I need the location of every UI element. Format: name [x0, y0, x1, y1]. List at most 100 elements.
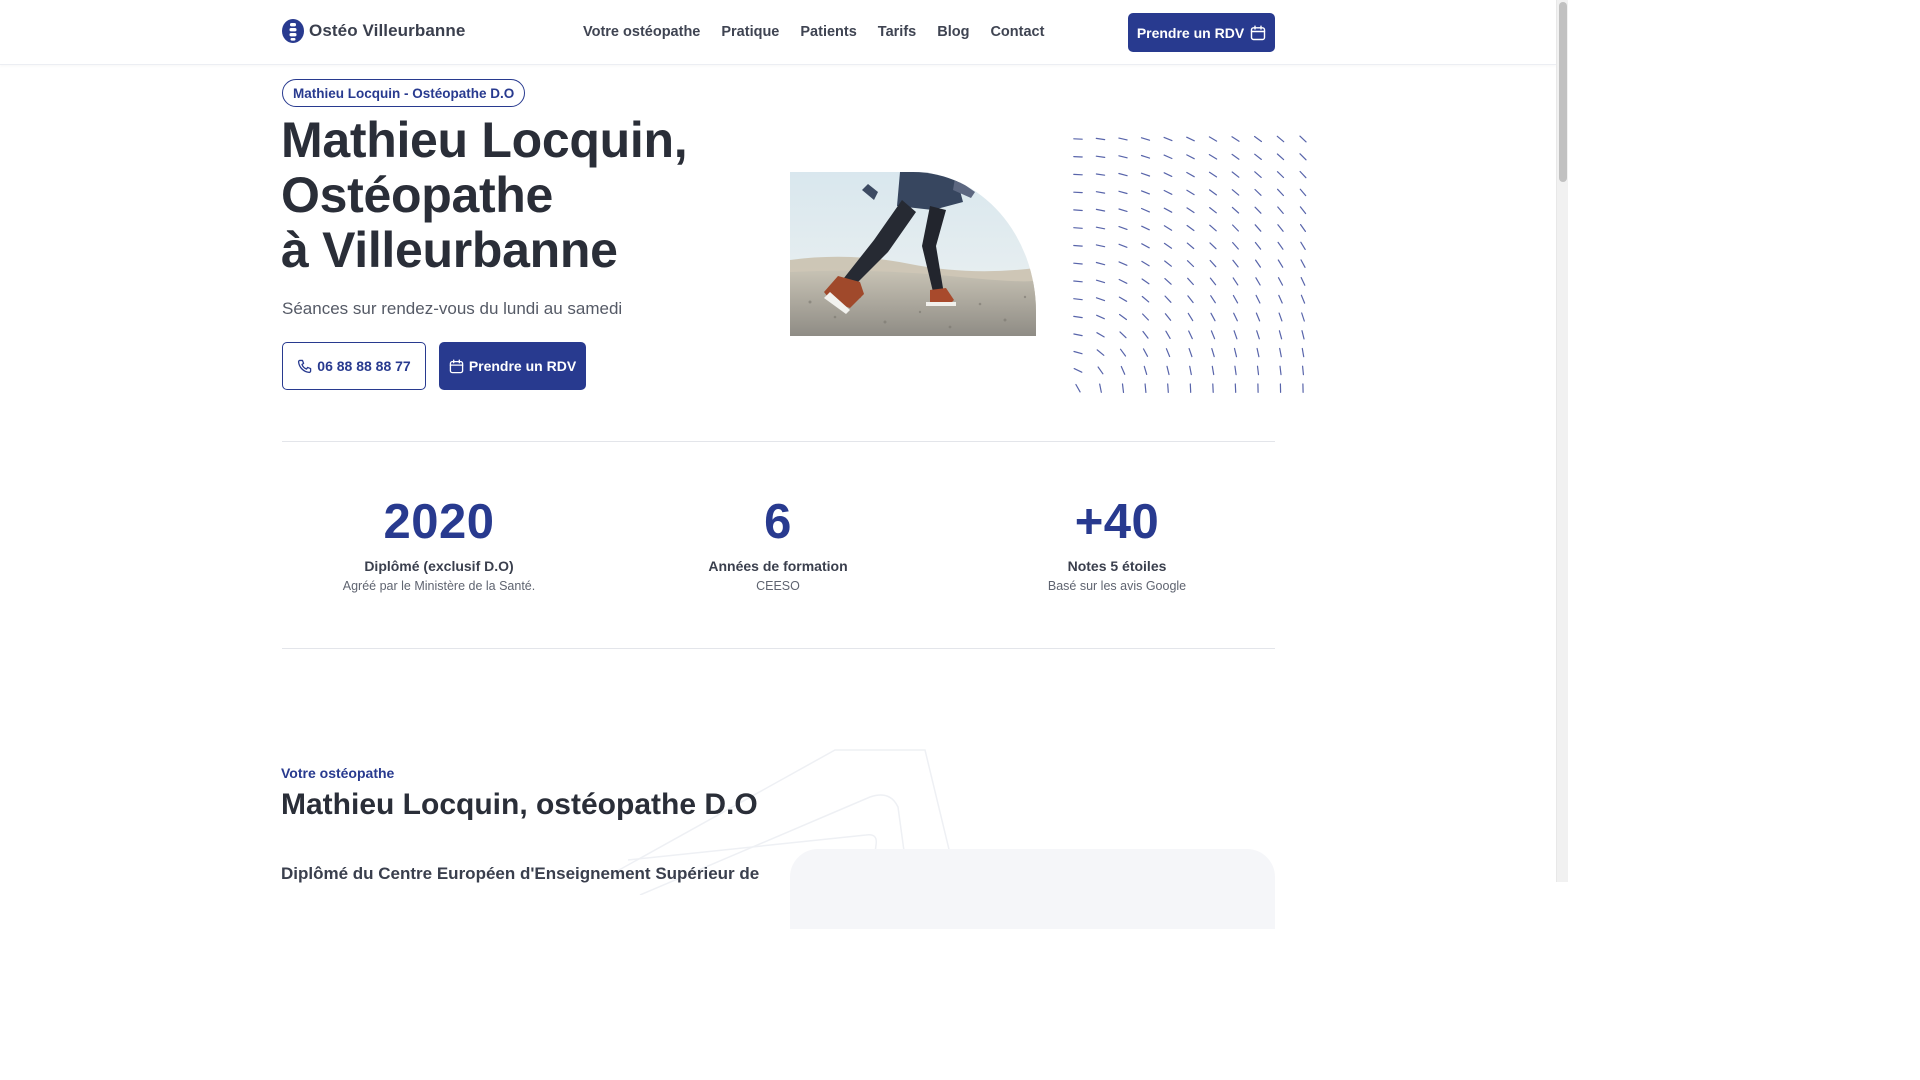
pattern-dash: [1254, 153, 1262, 160]
pattern-dash: [1254, 206, 1262, 214]
pattern-dash: [1118, 278, 1128, 284]
pattern-dash: [1232, 294, 1239, 304]
pattern-dash: [1073, 298, 1083, 301]
pattern-dash: [1231, 136, 1240, 142]
pattern-dash: [1277, 241, 1284, 250]
main-nav: Votre ostéopathe Pratique Patients Tarif…: [583, 24, 1044, 40]
site-logo[interactable]: Ostéo Villeurbanne: [282, 19, 465, 43]
pattern-dash: [1231, 171, 1240, 178]
pattern-dash: [1164, 278, 1172, 285]
pattern-dash: [1276, 135, 1285, 143]
pattern-dash: [1140, 207, 1151, 213]
pattern-dash: [1118, 208, 1128, 213]
pattern-dash: [1163, 207, 1173, 213]
pattern-dash: [1255, 312, 1261, 322]
pattern-dash: [1141, 260, 1150, 267]
pattern-dash: [1118, 296, 1128, 302]
brand-name: Ostéo Villeurbanne: [309, 21, 466, 40]
pattern-dash: [1211, 365, 1215, 376]
pattern-dash: [1163, 154, 1173, 160]
pattern-dash: [1188, 330, 1193, 340]
nav-item-blog[interactable]: Blog: [937, 24, 969, 40]
pattern-dash: [1276, 171, 1285, 179]
pattern-dash: [1302, 365, 1304, 376]
pattern-dash: [1233, 347, 1238, 358]
stats-divider-top: [282, 441, 1275, 442]
pattern-dash: [1232, 224, 1239, 232]
stats-divider-bottom: [282, 648, 1275, 649]
pattern-dash: [1276, 153, 1285, 161]
pattern-dash: [1073, 262, 1083, 265]
pattern-dash: [1299, 188, 1307, 197]
pattern-dash: [1256, 347, 1260, 358]
header-rdv-button[interactable]: Prendre un RDV: [1128, 13, 1275, 52]
about-card: [790, 849, 1275, 929]
hero-subtitle: Séances sur rendez-vous du lundi au same…: [282, 299, 623, 318]
pattern-dash: [1141, 243, 1150, 249]
hero-title-line-2: Ostéopathe: [281, 167, 554, 223]
pattern-dash: [1256, 365, 1260, 376]
pattern-dash: [1163, 242, 1173, 249]
pattern-dash: [1073, 209, 1083, 212]
hero-badge: Mathieu Locquin - Ostéopathe D.O: [282, 79, 526, 107]
nav-item-votre-osteopathe[interactable]: Votre ostéopathe: [583, 24, 700, 40]
pattern-dash: [1232, 241, 1239, 250]
pattern-dash: [1277, 259, 1284, 268]
scrollbar-thumb[interactable]: [1559, 2, 1567, 182]
pattern-dash: [1118, 261, 1128, 266]
pattern-dash: [1209, 189, 1217, 196]
pattern-dash: [1208, 154, 1218, 160]
pattern-dash: [1095, 208, 1106, 212]
about-intro-text: Diplômé du Centre Européen d'Enseignemen…: [281, 864, 760, 883]
hero-rdv-button[interactable]: Prendre un RDV: [439, 342, 586, 390]
pattern-dash: [1073, 350, 1083, 355]
pattern-dash: [1208, 171, 1218, 178]
pattern-dash: [1278, 330, 1283, 340]
pattern-dash: [1141, 313, 1150, 321]
pattern-dash: [1073, 227, 1083, 229]
pattern-dash: [1186, 154, 1195, 160]
pattern-dash: [1254, 188, 1262, 196]
pattern-dash: [1118, 313, 1128, 321]
pattern-dash: [1163, 225, 1173, 231]
hero-title-line-3: à Villeurbanne: [281, 222, 618, 278]
pattern-dash: [1299, 206, 1307, 215]
pattern-dash: [1144, 383, 1147, 393]
pattern-dash: [1142, 330, 1149, 339]
pattern-dash: [1254, 224, 1262, 232]
stat-card-diploma: 2020 Diplômé (exclusif D.O) Agréé par le…: [279, 494, 599, 593]
pattern-dash: [1164, 313, 1172, 321]
nav-item-contact[interactable]: Contact: [990, 24, 1044, 40]
pattern-dash: [1095, 244, 1106, 248]
pattern-dash: [1140, 154, 1151, 159]
pattern-dash: [1119, 331, 1127, 339]
pattern-dash: [1299, 170, 1307, 179]
nav-item-tarifs[interactable]: Tarifs: [878, 24, 916, 40]
pattern-dash: [1278, 312, 1283, 322]
pattern-dash: [1255, 277, 1261, 286]
nav-item-patients[interactable]: Patients: [800, 24, 856, 40]
pattern-dash: [1301, 330, 1305, 340]
pattern-dash: [1210, 330, 1216, 340]
pattern-dash: [1140, 172, 1151, 177]
pattern-dash: [1300, 223, 1306, 233]
stat-card-reviews: +40 Notes 5 étoiles Basé sur les avis Go…: [957, 494, 1277, 593]
nav-item-pratique[interactable]: Pratique: [721, 24, 779, 40]
pattern-dash: [1278, 294, 1283, 304]
pattern-dash: [1255, 259, 1261, 268]
section-title: Mathieu Locquin, ostéopathe D.O: [281, 788, 758, 821]
page-scrollbar[interactable]: [1556, 0, 1568, 882]
stat-card-training: 6 Années de formation CEESO: [618, 494, 938, 593]
pattern-dash: [1095, 226, 1106, 230]
pattern-dash: [1209, 224, 1217, 232]
pattern-dash: [1095, 261, 1106, 266]
stat-description: Basé sur les avis Google: [1047, 579, 1187, 593]
pattern-dash: [1095, 297, 1106, 302]
pattern-dash: [1254, 135, 1262, 143]
calendar-icon: [1250, 25, 1266, 40]
phone-button[interactable]: 06 88 88 88 77: [282, 342, 426, 390]
pattern-dash: [1210, 312, 1216, 322]
pattern-dash: [1301, 347, 1305, 358]
pattern-dash: [1299, 153, 1307, 161]
pattern-dash: [1118, 155, 1128, 159]
